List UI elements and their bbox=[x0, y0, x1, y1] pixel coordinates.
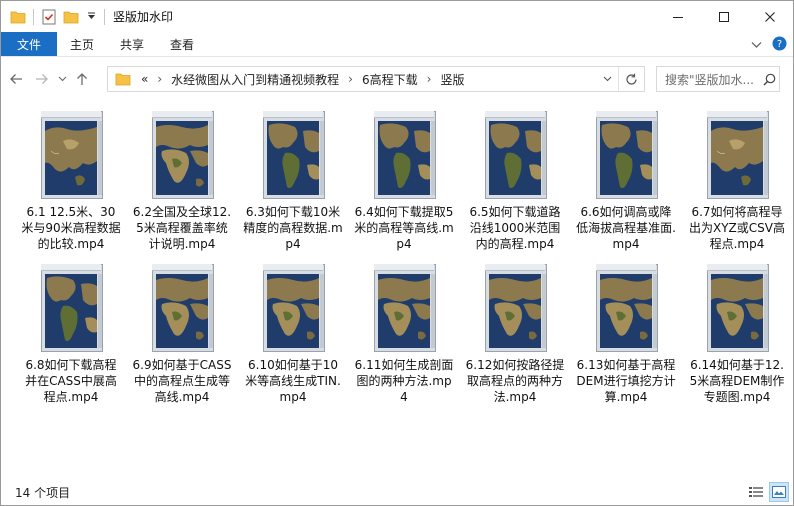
breadcrumb-item[interactable]: 6高程下载 bbox=[362, 71, 418, 88]
address-bar[interactable]: « › 水经微图从入门到精通视频教程 › 6高程下载 › 竖版 bbox=[107, 66, 645, 92]
window-title: 竖版加水印 bbox=[113, 10, 174, 24]
chevron-right-icon[interactable]: › bbox=[157, 72, 162, 86]
file-item[interactable]: 6.9如何基于CASS中的高程点生成等高线.mp4 bbox=[132, 254, 232, 406]
file-name: 6.5如何下载道路沿线1000米范围内的高程.mp4 bbox=[469, 205, 561, 251]
file-name: 6.10如何基于10米等高线生成TIN.mp4 bbox=[245, 358, 341, 404]
back-button[interactable] bbox=[5, 67, 27, 91]
help-icon[interactable]: ? bbox=[772, 36, 787, 54]
expand-ribbon-icon[interactable] bbox=[751, 38, 762, 52]
video-thumbnail bbox=[41, 264, 103, 352]
file-name: 6.7如何将高程导出为XYZ或CSV高程点.mp4 bbox=[689, 205, 785, 251]
file-item[interactable]: 6.10如何基于10米等高线生成TIN.mp4 bbox=[243, 254, 343, 406]
file-item[interactable]: 6.6如何调高或降低海拔高程基准面.mp4 bbox=[576, 101, 676, 253]
address-controls bbox=[596, 67, 644, 91]
file-item[interactable]: 6.3如何下载10米精度的高程数据.mp4 bbox=[243, 101, 343, 253]
up-button[interactable] bbox=[71, 67, 93, 91]
details-view-icon[interactable] bbox=[746, 482, 766, 502]
status-bar: 14 个项目 bbox=[1, 479, 793, 505]
close-button[interactable] bbox=[747, 1, 793, 32]
file-name: 6.2全国及全球12.5米高程覆盖率统计说明.mp4 bbox=[132, 205, 232, 251]
divider bbox=[33, 8, 34, 25]
file-list: 6.1 12.5米、30米与90米高程数据的比较.mp4 6.2全国及全球12.5… bbox=[1, 101, 793, 477]
large-icons-view-icon[interactable] bbox=[769, 482, 789, 502]
file-name: 6.4如何下载提取5米的高程等高线.mp4 bbox=[354, 205, 454, 251]
video-thumbnail bbox=[374, 264, 436, 352]
file-item[interactable]: 6.11如何生成剖面图的两种方法.mp4 bbox=[354, 254, 454, 406]
file-item[interactable]: 6.14如何基于12.5米高程DEM制作专题图.mp4 bbox=[687, 254, 787, 406]
tab-view[interactable]: 查看 bbox=[157, 32, 207, 56]
file-name: 6.13如何基于高程DEM进行填挖方计算.mp4 bbox=[576, 358, 676, 404]
tab-file[interactable]: 文件 bbox=[1, 32, 57, 56]
view-toggles bbox=[746, 482, 789, 502]
minimize-button[interactable] bbox=[655, 1, 701, 32]
svg-text:?: ? bbox=[777, 39, 782, 50]
folder-icon[interactable] bbox=[9, 8, 27, 26]
divider bbox=[104, 8, 105, 25]
maximize-button[interactable] bbox=[701, 1, 747, 32]
file-item[interactable]: 6.5如何下载道路沿线1000米范围内的高程.mp4 bbox=[465, 101, 565, 253]
navigation-bar: « › 水经微图从入门到精通视频教程 › 6高程下载 › 竖版 搜索"竖版加水.… bbox=[1, 58, 793, 100]
video-thumbnail bbox=[707, 264, 769, 352]
file-name: 6.1 12.5米、30米与90米高程数据的比较.mp4 bbox=[21, 205, 121, 251]
file-name: 6.12如何按路径提取高程点的两种方法.mp4 bbox=[465, 358, 565, 404]
file-name: 6.3如何下载10米精度的高程数据.mp4 bbox=[243, 205, 343, 251]
chevron-right-icon[interactable]: › bbox=[348, 72, 353, 86]
file-item[interactable]: 6.12如何按路径提取高程点的两种方法.mp4 bbox=[465, 254, 565, 406]
chevron-right-icon[interactable]: › bbox=[427, 72, 432, 86]
video-thumbnail bbox=[263, 111, 325, 199]
video-thumbnail bbox=[707, 111, 769, 199]
search-input[interactable]: 搜索"竖版加水... bbox=[656, 66, 780, 92]
new-folder-icon[interactable] bbox=[62, 8, 80, 26]
refresh-button[interactable] bbox=[618, 67, 644, 91]
folder-icon bbox=[115, 71, 133, 87]
file-item[interactable]: 6.13如何基于高程DEM进行填挖方计算.mp4 bbox=[576, 254, 676, 406]
file-name: 6.14如何基于12.5米高程DEM制作专题图.mp4 bbox=[689, 358, 785, 404]
video-thumbnail bbox=[485, 264, 547, 352]
file-item[interactable]: 6.1 12.5米、30米与90米高程数据的比较.mp4 bbox=[21, 101, 121, 253]
video-thumbnail bbox=[263, 264, 325, 352]
video-thumbnail bbox=[485, 111, 547, 199]
file-item[interactable]: 6.4如何下载提取5米的高程等高线.mp4 bbox=[354, 101, 454, 253]
file-name: 6.6如何调高或降低海拔高程基准面.mp4 bbox=[576, 205, 676, 251]
file-name: 6.8如何下载高程并在CASS中展高程点.mp4 bbox=[25, 358, 117, 404]
ribbon-tabs: 文件 主页 共享 查看 ? bbox=[1, 32, 793, 57]
recent-locations-dropdown-icon[interactable] bbox=[55, 67, 69, 91]
explorer-window: 竖版加水印 文件 主页 共享 查看 ? « › 水经微图从入门到精通视频教程 ›… bbox=[0, 0, 794, 506]
title-bar: 竖版加水印 bbox=[1, 1, 793, 32]
video-thumbnail bbox=[596, 111, 658, 199]
search-icon bbox=[759, 73, 779, 86]
video-thumbnail bbox=[596, 264, 658, 352]
file-item[interactable]: 6.2全国及全球12.5米高程覆盖率统计说明.mp4 bbox=[132, 101, 232, 253]
file-item[interactable]: 6.7如何将高程导出为XYZ或CSV高程点.mp4 bbox=[687, 101, 787, 253]
breadcrumb-item[interactable]: 水经微图从入门到精通视频教程 bbox=[171, 71, 339, 88]
video-thumbnail bbox=[374, 111, 436, 199]
item-count: 14 个项目 bbox=[15, 485, 71, 500]
address-dropdown-icon[interactable] bbox=[596, 67, 618, 91]
video-thumbnail bbox=[41, 111, 103, 199]
ribbon-controls: ? bbox=[751, 32, 787, 57]
file-name: 6.9如何基于CASS中的高程点生成等高线.mp4 bbox=[132, 358, 232, 404]
video-thumbnail bbox=[152, 111, 214, 199]
forward-button[interactable] bbox=[31, 67, 53, 91]
customize-toolbar-dropdown-icon[interactable] bbox=[84, 8, 98, 26]
search-placeholder: 搜索"竖版加水... bbox=[665, 72, 754, 87]
file-name: 6.11如何生成剖面图的两种方法.mp4 bbox=[354, 358, 454, 404]
breadcrumb-item[interactable]: 竖版 bbox=[440, 71, 464, 88]
window-controls bbox=[655, 1, 793, 32]
tab-home[interactable]: 主页 bbox=[57, 32, 107, 56]
file-item[interactable]: 6.8如何下载高程并在CASS中展高程点.mp4 bbox=[21, 254, 121, 406]
properties-icon[interactable] bbox=[40, 8, 58, 26]
breadcrumb-overflow[interactable]: « bbox=[141, 72, 148, 86]
video-thumbnail bbox=[152, 264, 214, 352]
tab-share[interactable]: 共享 bbox=[107, 32, 157, 56]
quick-access-toolbar bbox=[1, 1, 98, 32]
